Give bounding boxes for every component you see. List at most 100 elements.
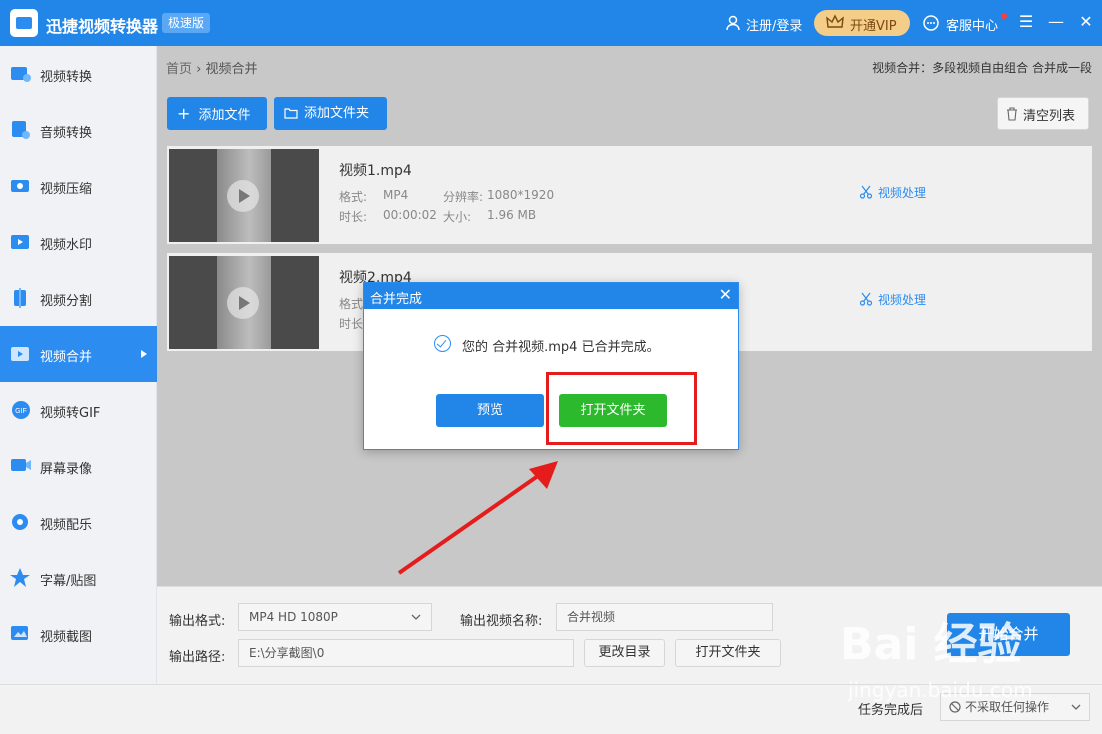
login-link[interactable]: 注册/登录 — [746, 15, 802, 34]
sidebar-item-screen-record[interactable]: 屏幕录像 — [0, 438, 157, 494]
video-process-link[interactable]: 视频处理 — [878, 291, 926, 308]
output-format-label: 输出格式: — [169, 614, 226, 629]
watermark-logo: Bai 经验 — [840, 619, 1022, 670]
video-compress-icon — [11, 180, 29, 192]
format-label: 格式: — [339, 190, 368, 204]
sidebar-item-label: 视频合并 — [40, 350, 93, 365]
close-icon[interactable]: ✕ — [719, 285, 732, 304]
app-title: 迅捷视频转换器 — [46, 17, 159, 36]
crown-icon — [826, 14, 844, 28]
size-label: 大小: — [443, 210, 472, 224]
output-name-label: 输出视频名称: — [460, 614, 543, 629]
clear-list-label: 清空列表 — [1023, 109, 1076, 124]
music-icon — [12, 514, 28, 530]
output-name-input[interactable]: 合并视频 — [556, 603, 773, 631]
sidebar-item-label: 视频分割 — [40, 294, 93, 309]
sidebar-item-split[interactable]: 视频分割 — [0, 270, 157, 326]
open-folder-button[interactable]: 打开文件夹 — [675, 639, 781, 667]
user-icon[interactable] — [724, 14, 742, 32]
sidebar-item-gif[interactable]: GIF 视频转GIF — [0, 382, 157, 438]
duration-label: 时长 — [339, 317, 364, 331]
play-icon[interactable] — [227, 180, 259, 212]
hamburger-icon[interactable]: ☰ — [1016, 12, 1036, 32]
screenshot-icon — [11, 626, 28, 640]
sidebar-item-merge[interactable]: 视频合并 — [0, 326, 157, 382]
video-thumbnail[interactable] — [169, 256, 319, 349]
format-label: 格式 — [339, 297, 364, 311]
format-value: MP4 — [383, 188, 409, 202]
chevron-down-icon — [411, 614, 421, 620]
resolution-value: 1080*1920 — [487, 188, 555, 202]
sidebar-item-label: 视频转换 — [40, 70, 93, 85]
edition-badge: 极速版 — [162, 13, 211, 33]
notification-dot — [1001, 13, 1007, 19]
output-format-select[interactable]: MP4 HD 1080P — [238, 603, 432, 631]
sidebar-item-screenshot[interactable]: 视频截图 — [0, 606, 157, 662]
video-process-link[interactable]: 视频处理 — [878, 184, 926, 201]
dialog-title: 合并完成 — [370, 292, 423, 307]
add-folder-label: 添加文件夹 — [304, 106, 370, 121]
sidebar-item-watermark[interactable]: 视频水印 — [0, 214, 157, 270]
app-logo-icon — [10, 9, 38, 37]
change-dir-button[interactable]: 更改目录 — [584, 639, 665, 667]
sidebar-item-label: 视频压缩 — [40, 182, 93, 197]
close-icon[interactable]: ✕ — [1076, 12, 1096, 32]
sidebar-item-video-compress[interactable]: 视频压缩 — [0, 158, 157, 214]
resolution-label: 分辨率: — [443, 190, 484, 204]
split-icon — [14, 288, 26, 308]
folder-icon — [284, 108, 298, 119]
sidebar: 视频转换 音频转换 视频压缩 视频水印 视频分割 视频合并 GIF 视频转GIF… — [0, 46, 157, 684]
plus-icon: + — [177, 104, 191, 123]
output-format-value: MP4 HD 1080P — [249, 610, 338, 624]
dialog-message: 您的 合并视频.mp4 已合并完成。 — [462, 340, 660, 355]
check-circle-icon — [434, 335, 451, 352]
sidebar-item-label: 视频转GIF — [40, 406, 101, 421]
duration-value: 00:00:02 — [383, 208, 437, 222]
service-link[interactable]: 客服中心 — [946, 15, 998, 34]
sidebar-item-subtitle[interactable]: 字幕/贴图 — [0, 550, 157, 606]
vip-label[interactable]: 开通VIP — [850, 15, 897, 34]
scissors-icon — [859, 292, 873, 306]
sidebar-item-label: 视频水印 — [40, 238, 93, 253]
sidebar-item-video-convert[interactable]: 视频转换 — [0, 46, 157, 102]
preview-button[interactable]: 预览 — [436, 394, 544, 427]
add-folder-button[interactable]: 添加文件夹 — [274, 97, 387, 130]
annotation-arrow — [397, 461, 558, 575]
chevron-down-icon — [1071, 704, 1081, 710]
subtitle-icon — [10, 568, 30, 587]
sidebar-item-label: 字幕/贴图 — [40, 574, 97, 589]
add-file-button[interactable]: + 添加文件 — [167, 97, 267, 130]
file-card[interactable]: 视频1.mp4 格式: MP4 分辨率: 1080*1920 时长: 00:00… — [167, 146, 1092, 244]
watermark-url: jingyan.baidu.com — [848, 678, 1033, 702]
size-value: 1.96 MB — [487, 208, 537, 222]
chat-icon[interactable] — [922, 14, 940, 32]
sidebar-item-music[interactable]: 视频配乐 — [0, 494, 157, 550]
forbidden-icon — [949, 701, 961, 713]
dialog-header: 合并完成 ✕ — [364, 283, 738, 309]
output-path-label: 输出路径: — [169, 650, 226, 665]
breadcrumb: 首页 › 视频合并 — [166, 58, 258, 77]
sidebar-item-label: 视频配乐 — [40, 518, 93, 533]
video-thumbnail[interactable] — [169, 149, 319, 242]
sidebar-item-label: 屏幕录像 — [40, 462, 93, 477]
file-name: 视频1.mp4 — [339, 163, 412, 179]
play-icon[interactable] — [227, 287, 259, 319]
audio-convert-icon — [12, 121, 30, 139]
watermark-icon — [11, 235, 29, 249]
screen-record-icon — [11, 459, 31, 471]
minimize-icon[interactable]: — — [1046, 12, 1066, 32]
add-file-label: 添加文件 — [198, 108, 251, 123]
output-path-input[interactable]: E:\分享截图\0 — [238, 639, 574, 667]
after-task-value: 不采取任何操作 — [965, 700, 1050, 714]
breadcrumb-separator: › — [196, 62, 202, 77]
scissors-icon — [859, 185, 873, 199]
title-bar: 迅捷视频转换器 极速版 注册/登录 开通VIP 客服中心 ☰ — ✕ — [0, 0, 1102, 46]
sidebar-item-label: 视频截图 — [40, 630, 93, 645]
breadcrumb-current: 视频合并 — [205, 62, 258, 77]
sidebar-item-audio-convert[interactable]: 音频转换 — [0, 102, 157, 158]
page-subtitle: 视频合并：多段视频自由组合 合并成一段 — [872, 61, 1092, 75]
clear-list-button[interactable]: 清空列表 — [997, 97, 1089, 130]
trash-icon — [1007, 107, 1017, 121]
highlight-box — [546, 372, 697, 445]
breadcrumb-home[interactable]: 首页 — [166, 62, 192, 77]
